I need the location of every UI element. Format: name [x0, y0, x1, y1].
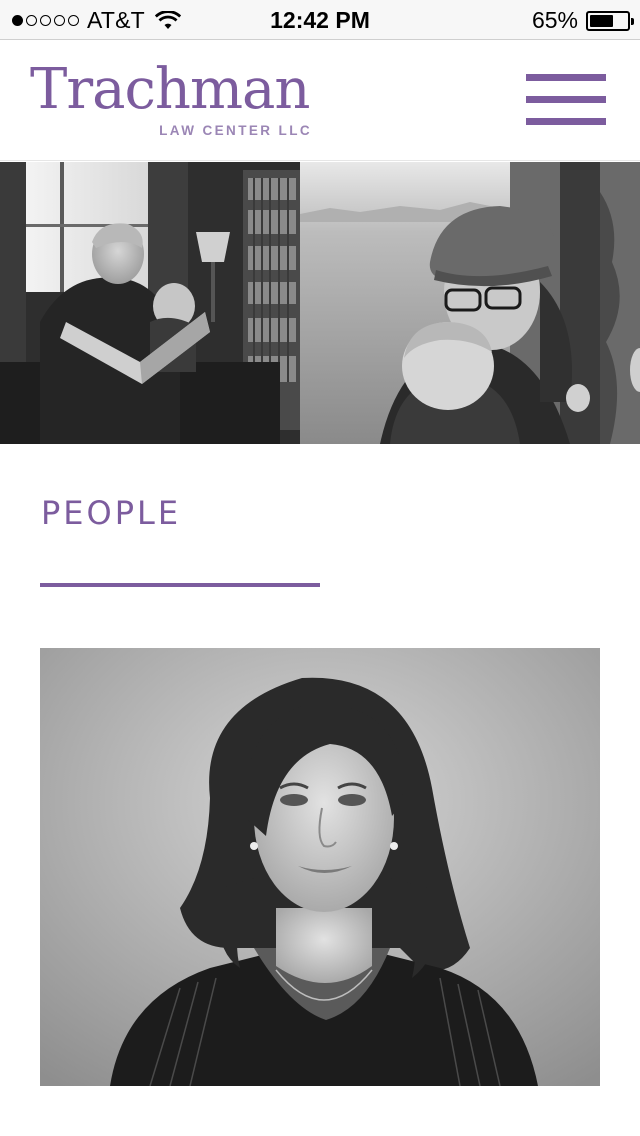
hamburger-menu-icon[interactable] — [526, 74, 606, 126]
menu-bar — [526, 96, 606, 103]
site-logo[interactable]: Trachman LAW CENTER LLC — [30, 55, 320, 145]
mother-with-baby-photo — [300, 162, 600, 444]
portrait-image — [40, 648, 600, 1086]
battery-icon — [586, 10, 634, 31]
attorney-portrait-photo[interactable] — [40, 648, 600, 1086]
status-right: 65% — [531, 7, 634, 34]
menu-bar — [526, 74, 606, 81]
hero-photos — [0, 162, 640, 444]
battery-fill — [590, 14, 613, 27]
status-bar: AT&T 12:42 PM 65% — [0, 0, 640, 40]
logo-subtitle: LAW CENTER LLC — [159, 123, 312, 138]
battery-percent: 65% — [531, 7, 578, 33]
menu-bar — [526, 118, 606, 125]
logo-name: Trachman — [30, 57, 310, 122]
outdoor-photo-partial — [600, 162, 640, 444]
section-divider — [40, 583, 320, 587]
site-header: Trachman LAW CENTER LLC — [0, 41, 640, 161]
battery-nub — [631, 17, 634, 25]
father-reading-photo — [0, 162, 300, 444]
hero-photo-strip — [0, 162, 640, 444]
section-heading-people: PEOPLE — [41, 494, 182, 532]
